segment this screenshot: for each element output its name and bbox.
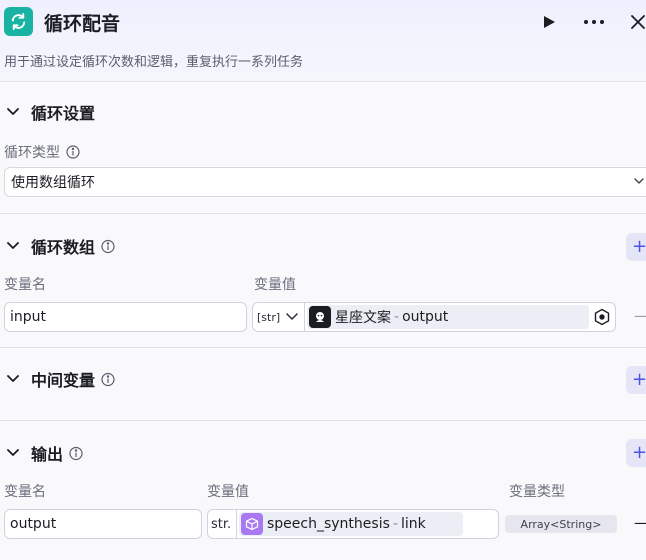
type-tag-label: str.: [211, 516, 232, 532]
variable-name-input[interactable]: input: [4, 302, 247, 332]
node-avatar-icon: [309, 306, 331, 328]
divider: [0, 347, 646, 348]
column-header-value: 变量值: [254, 277, 296, 293]
chevron-down-icon: [286, 313, 298, 320]
node-title: 循环配音: [44, 13, 121, 35]
info-icon[interactable]: [101, 239, 115, 254]
type-selector[interactable]: [str]: [257, 303, 298, 331]
reference-node-name: 星座文案: [335, 310, 391, 326]
variable-picker-icon[interactable]: [593, 308, 611, 326]
divider: [0, 213, 646, 214]
reference-separator: -: [392, 516, 398, 532]
section-loop-array-header[interactable]: 循环数组: [0, 234, 115, 258]
loop-icon: [4, 7, 33, 36]
node-header: 循环配音 用于通过设定循环次数和逻辑，重复执行一系列任务: [0, 0, 646, 82]
section-output-header[interactable]: 输出: [0, 441, 83, 465]
column-header-name: 变量名: [4, 277, 46, 293]
info-icon[interactable]: [69, 446, 83, 461]
section-title: 循环数组: [31, 238, 96, 257]
reference-node-name: speech_synthesis: [267, 516, 390, 532]
reference-chip[interactable]: speech_synthesis - link: [239, 512, 463, 536]
chevron-down-icon[interactable]: [5, 445, 21, 461]
column-header-value: 变量值: [207, 484, 249, 500]
node-description: 用于通过设定循环次数和逻辑，重复执行一系列任务: [4, 55, 304, 70]
play-icon: [544, 16, 555, 28]
section-title: 循环设置: [31, 104, 96, 123]
info-icon[interactable]: [101, 372, 115, 387]
column-header-name: 变量名: [4, 484, 46, 500]
close-button[interactable]: [626, 10, 646, 34]
variable-value-field[interactable]: [str] 星座文案 - output: [252, 302, 616, 332]
loop-type-label: 循环类型: [4, 142, 80, 162]
more-button[interactable]: [582, 10, 606, 34]
reference-field-name: output: [402, 309, 449, 325]
reference-separator: -: [394, 309, 400, 325]
loop-type-label-text: 循环类型: [4, 145, 60, 161]
divider: [236, 510, 237, 538]
remove-output-row-button[interactable]: —: [634, 513, 646, 532]
close-icon: [631, 15, 645, 29]
info-icon[interactable]: [66, 145, 80, 159]
divider: [0, 420, 646, 421]
run-button[interactable]: [537, 10, 561, 34]
section-title: 中间变量: [31, 371, 96, 390]
chevron-down-icon[interactable]: [5, 104, 21, 120]
variable-type-badge: Array<String>: [505, 515, 617, 533]
more-icon: [584, 20, 604, 24]
output-name-input[interactable]: output: [4, 509, 202, 539]
section-intermediate-header[interactable]: 中间变量: [0, 367, 115, 391]
section-title: 输出: [31, 445, 64, 464]
chevron-down-icon[interactable]: [5, 238, 21, 254]
remove-row-button[interactable]: —: [634, 306, 646, 325]
type-tag-label: [str]: [257, 310, 281, 324]
type-selector[interactable]: str.: [211, 510, 231, 538]
reference-field-name: link: [400, 516, 426, 532]
add-output-button[interactable]: +: [626, 439, 646, 467]
output-value-field[interactable]: str. speech_synthesis - link: [207, 509, 499, 539]
section-loop-settings-header[interactable]: 循环设置: [0, 100, 95, 124]
loop-type-value: 使用数组循环: [11, 175, 95, 191]
column-header-type: 变量类型: [509, 484, 565, 500]
divider: [304, 303, 305, 331]
cube-icon: [241, 513, 263, 535]
chevron-down-icon: [633, 175, 645, 191]
add-intermediate-button[interactable]: +: [626, 366, 646, 394]
loop-type-select[interactable]: 使用数组循环: [4, 167, 646, 197]
chevron-down-icon[interactable]: [5, 371, 21, 387]
reference-chip[interactable]: 星座文案 - output: [307, 305, 589, 329]
add-loop-array-button[interactable]: +: [626, 233, 646, 261]
